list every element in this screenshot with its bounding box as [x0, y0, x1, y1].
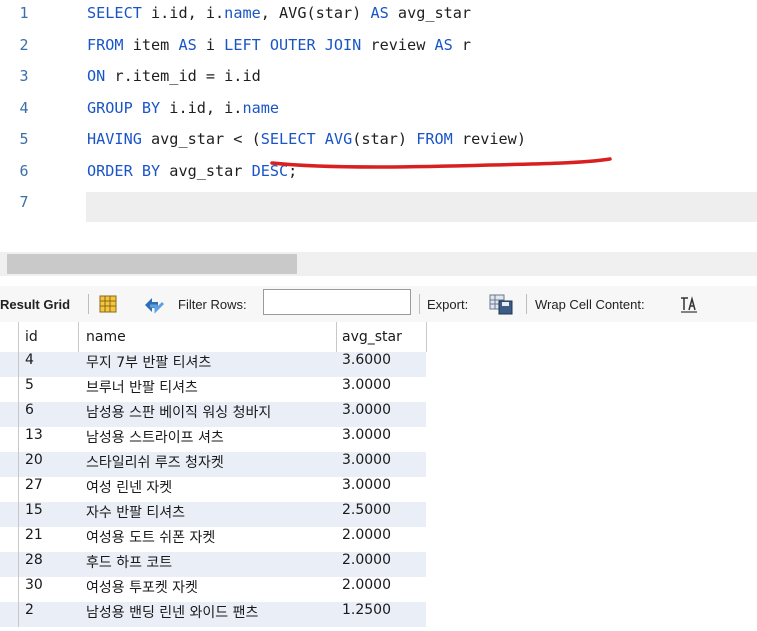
wrap-cell-content-label: Wrap Cell Content:	[535, 296, 645, 312]
row-header[interactable]	[0, 352, 19, 377]
row-header[interactable]	[0, 377, 19, 402]
export-label: Export:	[427, 296, 469, 312]
cell-name[interactable]: 여성 린넨 자켓	[86, 477, 336, 502]
toolbar-separator	[419, 294, 420, 314]
cell-avg-star[interactable]: 3.0000	[342, 452, 426, 477]
table-row[interactable]: 4 무지 7부 반팔 티셔츠 3.6000	[0, 352, 426, 377]
column-header-name[interactable]: name	[86, 322, 336, 352]
column-divider	[336, 322, 337, 352]
horizontal-scrollbar[interactable]	[0, 252, 757, 276]
cell-id[interactable]: 21	[25, 527, 77, 552]
grid-view-icon[interactable]	[98, 286, 118, 322]
wrap-cell-icon[interactable]	[679, 286, 699, 322]
row-header-corner	[0, 322, 19, 352]
cell-id[interactable]: 4	[25, 352, 77, 377]
table-row[interactable]: 28 후드 하프 코트 2.0000	[0, 552, 426, 577]
column-header-id[interactable]: id	[25, 322, 77, 352]
cell-id[interactable]: 30	[25, 577, 77, 602]
row-header[interactable]	[0, 577, 19, 602]
column-divider	[426, 322, 427, 352]
cell-name[interactable]: 여성용 도트 쉬폰 자켓	[86, 527, 336, 552]
table-row[interactable]: 15 자수 반팔 티셔츠 2.5000	[0, 502, 426, 527]
row-header[interactable]	[0, 552, 19, 577]
cell-avg-star[interactable]: 3.0000	[342, 427, 426, 452]
result-grid[interactable]: id name avg_star 4 무지 7부 반팔 티셔츠 3.6000 5 브루너…	[0, 322, 757, 631]
toolbar-separator	[88, 294, 89, 314]
row-header[interactable]	[0, 427, 19, 452]
cell-avg-star[interactable]: 3.6000	[342, 352, 426, 377]
cell-avg-star[interactable]: 2.5000	[342, 502, 426, 527]
cell-avg-star[interactable]: 3.0000	[342, 477, 426, 502]
cell-name[interactable]: 스타일리쉬 루즈 청자켓	[86, 452, 336, 477]
row-header[interactable]	[0, 502, 19, 527]
cell-avg-star[interactable]: 1.2500	[342, 602, 426, 627]
scrollbar-thumb[interactable]	[7, 254, 297, 274]
row-header[interactable]	[0, 527, 19, 552]
cell-id[interactable]: 27	[25, 477, 77, 502]
cell-avg-star[interactable]: 2.0000	[342, 527, 426, 552]
cell-name[interactable]: 남성용 스트라이프 셔츠	[86, 427, 336, 452]
cell-id[interactable]: 20	[25, 452, 77, 477]
cell-name[interactable]: 여성용 투포켓 자켓	[86, 577, 336, 602]
red-underline-annotation	[270, 157, 612, 169]
table-row[interactable]: 30 여성용 투포켓 자켓 2.0000	[0, 577, 426, 602]
table-row[interactable]: 27 여성 린넨 자켓 3.0000	[0, 477, 426, 502]
cell-id[interactable]: 6	[25, 402, 77, 427]
filter-rows-input[interactable]	[263, 289, 411, 315]
cell-name[interactable]: 자수 반팔 티셔츠	[86, 502, 336, 527]
cell-avg-star[interactable]: 3.0000	[342, 377, 426, 402]
cell-name[interactable]: 남성용 스판 베이직 워싱 청바지	[86, 402, 336, 427]
column-header-avg-star[interactable]: avg_star	[342, 322, 426, 352]
cell-name[interactable]: 무지 7부 반팔 티셔츠	[86, 352, 336, 377]
table-row[interactable]: 5 브루너 반팔 티셔츠 3.0000	[0, 377, 426, 402]
cell-avg-star[interactable]: 2.0000	[342, 552, 426, 577]
sql-editor[interactable]: 1234567 SELECT i.id, i.name, AVG(star) A…	[0, 0, 757, 232]
row-header[interactable]	[0, 477, 19, 502]
table-row[interactable]: 13 남성용 스트라이프 셔츠 3.0000	[0, 427, 426, 452]
cell-id[interactable]: 28	[25, 552, 77, 577]
column-divider	[78, 322, 79, 352]
table-row[interactable]: 21 여성용 도트 쉬폰 자켓 2.0000	[0, 527, 426, 552]
cell-name[interactable]: 남성용 밴딩 린넨 와이드 팬츠	[86, 602, 336, 627]
table-row[interactable]: 6 남성용 스판 베이직 워싱 청바지 3.0000	[0, 402, 426, 427]
cell-id[interactable]: 2	[25, 602, 77, 627]
cell-avg-star[interactable]: 3.0000	[342, 402, 426, 427]
export-icon[interactable]	[489, 286, 515, 322]
cell-name[interactable]: 브루너 반팔 티셔츠	[86, 377, 336, 402]
cell-id[interactable]: 5	[25, 377, 77, 402]
grid-header: id name avg_star	[0, 322, 426, 353]
table-row[interactable]: 20 스타일리쉬 루즈 청자켓 3.0000	[0, 452, 426, 477]
cell-id[interactable]: 13	[25, 427, 77, 452]
result-grid-label[interactable]: Result Grid	[0, 286, 70, 322]
row-header[interactable]	[0, 402, 19, 427]
row-header[interactable]	[0, 602, 19, 627]
row-header[interactable]	[0, 452, 19, 477]
table-row[interactable]: 2 남성용 밴딩 린넨 와이드 팬츠 1.2500	[0, 602, 426, 627]
toolbar-separator	[526, 294, 527, 314]
cell-id[interactable]: 15	[25, 502, 77, 527]
cell-name[interactable]: 후드 하프 코트	[86, 552, 336, 577]
refresh-icon[interactable]	[142, 286, 166, 322]
filter-rows-label: Filter Rows:	[178, 296, 247, 312]
cell-avg-star[interactable]: 2.0000	[342, 577, 426, 602]
